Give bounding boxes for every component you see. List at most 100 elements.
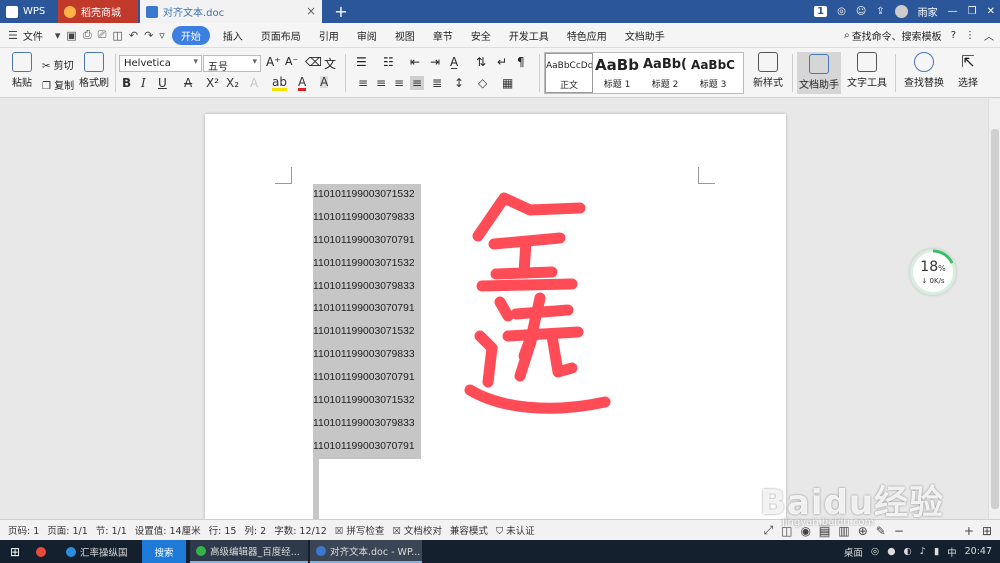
tab-document[interactable]: 对齐文本.doc ×: [140, 0, 322, 23]
undo-icon[interactable]: ↶: [129, 29, 138, 42]
chevron-down-icon[interactable]: ▾: [55, 29, 61, 42]
menu-developer[interactable]: 开发工具: [509, 28, 549, 43]
desktop-button[interactable]: 桌面: [844, 545, 863, 559]
menu-page-layout[interactable]: 页面布局: [261, 28, 301, 43]
text-line[interactable]: 110101199003071532: [313, 390, 423, 413]
skin-icon[interactable]: ◎: [837, 6, 846, 17]
format-painter-button[interactable]: 格式刷: [74, 52, 114, 89]
status-row[interactable]: 行: 15: [209, 523, 237, 537]
page-badge[interactable]: 1: [814, 6, 828, 17]
ime-indicator[interactable]: 中: [947, 545, 957, 559]
hamburger-icon[interactable]: ☰: [8, 29, 18, 42]
text-line[interactable]: 110101199003079833: [313, 207, 423, 230]
tab-docer-store[interactable]: 稻壳商城: [58, 0, 138, 23]
tray-icon[interactable]: ◐: [903, 546, 911, 557]
line-spacing-icon[interactable]: ↕: [454, 76, 464, 90]
close-window-button[interactable]: ✕: [987, 6, 995, 17]
user-name[interactable]: 雨家: [918, 4, 938, 19]
pilcrow-icon[interactable]: ¶: [517, 55, 525, 69]
text-line[interactable]: 110101199003070791: [313, 367, 423, 390]
menu-review[interactable]: 审阅: [357, 28, 377, 43]
increase-indent-icon[interactable]: ⇥: [430, 55, 440, 69]
menu-view[interactable]: 视图: [395, 28, 415, 43]
bullet-list-icon[interactable]: ☰: [356, 55, 367, 69]
print-icon[interactable]: ⎚: [98, 28, 107, 42]
sort-icon[interactable]: ⇅: [476, 55, 486, 69]
status-pages[interactable]: 页面: 1/1: [47, 523, 88, 537]
italic-icon[interactable]: I: [141, 76, 146, 90]
doc-assistant-button[interactable]: 文档助手: [797, 52, 841, 94]
distributed-icon[interactable]: ≣: [432, 76, 442, 90]
new-style-button[interactable]: 新样式: [748, 52, 788, 89]
chinese-layout-icon[interactable]: A̲: [450, 55, 458, 69]
subscript-icon[interactable]: X₂: [226, 76, 239, 90]
feedback-icon[interactable]: ☺: [856, 6, 866, 17]
pinned-app[interactable]: [36, 540, 50, 563]
proof-button[interactable]: ☒ 文档校对: [392, 523, 442, 537]
status-section[interactable]: 节: 1/1: [96, 523, 127, 537]
document-page[interactable]: 110101199003071532 110101199003079833 11…: [205, 114, 786, 519]
tab-close-button[interactable]: ×: [306, 4, 316, 18]
taskbar-search-button[interactable]: 搜索: [142, 540, 186, 563]
text-line[interactable]: 110101199003071532: [313, 184, 423, 207]
share-icon[interactable]: ⇪: [876, 6, 884, 17]
superscript-icon[interactable]: X²: [206, 76, 219, 90]
align-center-icon[interactable]: ≡: [376, 76, 386, 90]
volume-icon[interactable]: ♪: [920, 546, 926, 557]
minimize-button[interactable]: —: [948, 6, 958, 17]
tray-icon[interactable]: ●: [887, 546, 895, 557]
style-heading-1[interactable]: AaBb 标题 1: [593, 53, 641, 93]
font-size-select[interactable]: 五号: [203, 55, 261, 73]
tray-icon[interactable]: ◎: [871, 546, 879, 557]
menu-references[interactable]: 引用: [319, 28, 339, 43]
customize-icon[interactable]: ▿: [159, 29, 165, 42]
select-button[interactable]: ⇱ 选择: [948, 52, 988, 89]
style-heading-3[interactable]: AaBbC 标题 3: [689, 53, 737, 93]
phonetic-icon[interactable]: 文: [324, 55, 336, 72]
status-words[interactable]: 字数: 12/12: [274, 523, 327, 537]
menu-featured[interactable]: 特色应用: [567, 28, 607, 43]
align-left-icon[interactable]: ≡: [358, 76, 368, 90]
number-list-icon[interactable]: ☷: [383, 55, 394, 69]
menu-security[interactable]: 安全: [471, 28, 491, 43]
text-line[interactable]: 110101199003079833: [313, 276, 423, 299]
borders-icon[interactable]: ▦: [502, 76, 513, 90]
text-line[interactable]: 110101199003070791: [313, 436, 423, 459]
network-speed-widget[interactable]: 18% ↓ 0K/s: [910, 249, 956, 295]
status-setting[interactable]: 设置值: 14厘米: [135, 523, 201, 537]
redo-icon[interactable]: ↷: [144, 29, 153, 42]
spellcheck-button[interactable]: ☒ 拼写检查: [335, 523, 385, 537]
menu-file[interactable]: 文件: [23, 28, 43, 43]
find-replace-button[interactable]: 查找替换: [900, 52, 948, 89]
decrease-indent-icon[interactable]: ⇤: [410, 55, 420, 69]
cert-button[interactable]: ⛉ 未认证: [496, 523, 535, 537]
style-normal[interactable]: AaBbCcDd 正文: [545, 53, 593, 93]
paste-button[interactable]: 粘贴: [2, 52, 42, 89]
preview-icon[interactable]: ◫: [112, 29, 122, 42]
text-line[interactable]: 110101199003071532: [313, 253, 423, 276]
status-col[interactable]: 列: 2: [244, 523, 266, 537]
status-page[interactable]: 页码: 1: [8, 523, 39, 537]
taskbar-browser[interactable]: 汇率操纵国: [62, 540, 128, 563]
restore-button[interactable]: ❐: [968, 6, 977, 17]
tab-wps-home[interactable]: WPS: [0, 0, 58, 23]
menu-section[interactable]: 章节: [433, 28, 453, 43]
copy-button[interactable]: ❐ 复制: [42, 77, 74, 92]
save-icon[interactable]: ▣: [66, 29, 76, 42]
text-line[interactable]: 110101199003070791: [313, 298, 423, 321]
collapse-ribbon-button[interactable]: ︿: [984, 28, 994, 43]
menu-insert[interactable]: 插入: [223, 28, 243, 43]
font-color-icon[interactable]: A: [298, 76, 307, 91]
taskbar-wps[interactable]: 对齐文本.doc - WP...: [310, 540, 422, 563]
menu-home[interactable]: 开始: [171, 25, 210, 45]
highlight-icon[interactable]: ab: [272, 76, 287, 91]
menu-doc-assistant[interactable]: 文档助手: [625, 28, 665, 43]
font-name-select[interactable]: Helvetica: [119, 55, 202, 72]
text-line[interactable]: 110101199003070791: [313, 230, 423, 253]
text-tools-button[interactable]: 文字工具: [843, 52, 891, 89]
bold-icon[interactable]: B: [122, 76, 131, 90]
export-pdf-icon[interactable]: ⎙: [83, 28, 92, 42]
cut-button[interactable]: ✂ 剪切: [42, 57, 74, 72]
strikethrough-icon[interactable]: A: [184, 76, 192, 90]
more-button[interactable]: ⋮: [965, 30, 975, 41]
